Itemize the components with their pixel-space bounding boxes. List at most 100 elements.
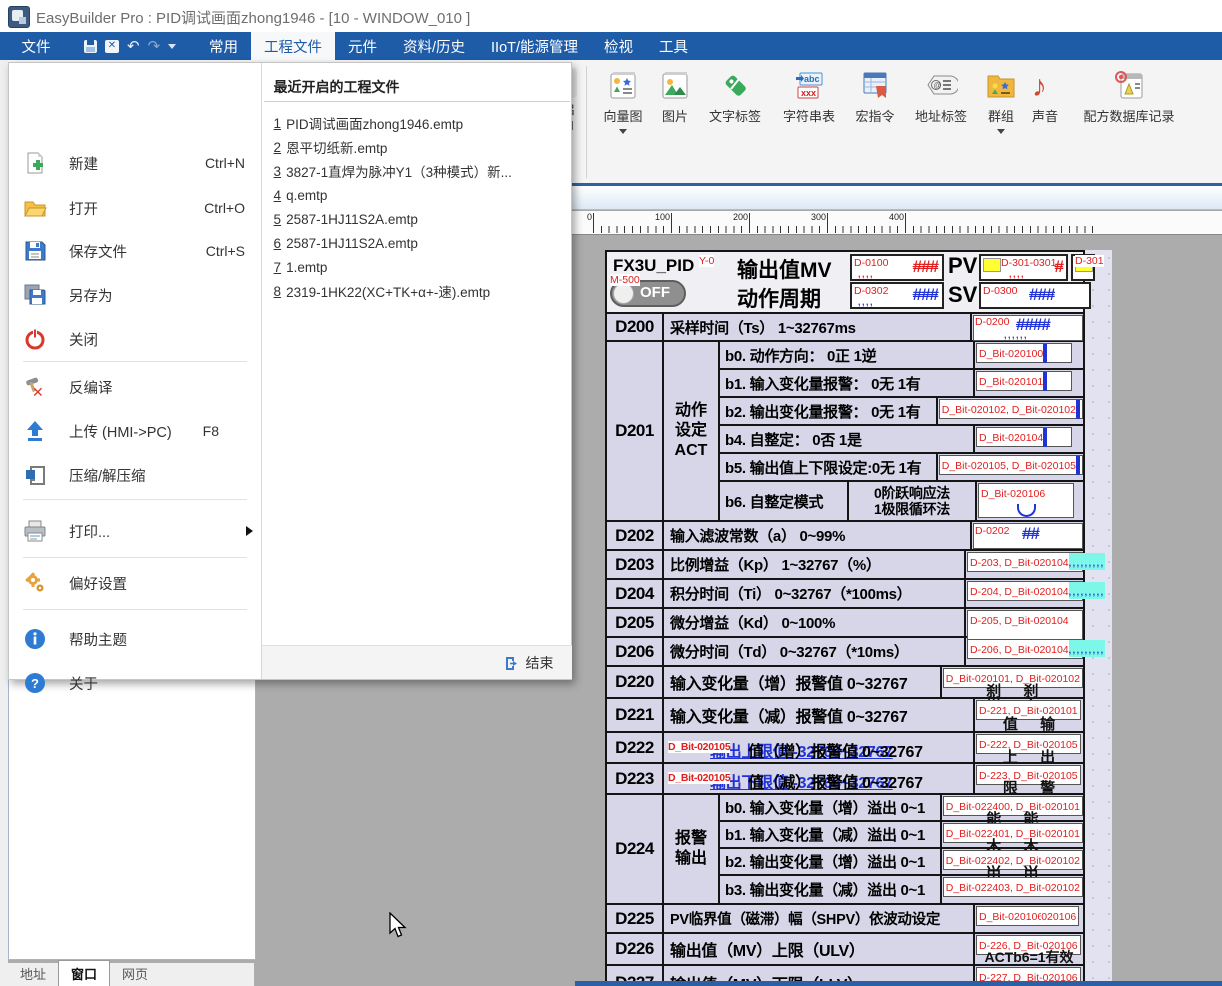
cycle-label: 动作周期 bbox=[737, 283, 821, 313]
redo-icon[interactable]: ↷ bbox=[148, 39, 161, 54]
menu-item-upload[interactable]: 上传 (HMI->PC) F8 bbox=[9, 411, 261, 451]
library-tools: 向量图 图片 文字标签 abcxxx 字符串表 宏指令 @ 地址标签 bbox=[594, 68, 1192, 134]
table-row-b2[interactable]: b2. 输出变化量报警： 0无 1有 D_Bit-020102, D_Bit-0… bbox=[720, 398, 1083, 426]
address-tag-icon: @ bbox=[924, 68, 958, 102]
table-row-d223[interactable]: D223 D_Bit-020105 输出下限值 -32768~32767 值（减… bbox=[607, 764, 1083, 795]
mouse-cursor bbox=[388, 912, 408, 940]
tab-view[interactable]: 检视 bbox=[591, 32, 646, 60]
end-button[interactable]: 结束 bbox=[504, 653, 554, 673]
vector-graphic-button[interactable]: 向量图 bbox=[594, 68, 652, 134]
quick-access-dropdown-icon[interactable] bbox=[168, 44, 176, 49]
table-row-b1[interactable]: b1. 输入变化量报警： 0无 1有 D_Bit-020101 bbox=[720, 370, 1083, 398]
table-row-d224-b3[interactable]: b3. 输出变化量（减）溢出 0~1 D_Bit-022403, D_Bit-0… bbox=[720, 876, 1083, 903]
file-menu-button[interactable]: 文件 bbox=[0, 32, 72, 60]
text-label-icon bbox=[718, 68, 752, 102]
table-row-d225[interactable]: D225 PV临界值（磁滞）幅（SHPV）依波动设定 D_Bit-0201060… bbox=[607, 905, 1083, 934]
menu-item-help[interactable]: 帮助主题 bbox=[9, 619, 261, 659]
table-row-d226[interactable]: D226 输出值（MV）上限（ULV） D-226, D_Bit-020106 … bbox=[607, 934, 1083, 966]
tab-object[interactable]: 元件 bbox=[335, 32, 390, 60]
tab-tool[interactable]: 工具 bbox=[646, 32, 701, 60]
recent-file-8[interactable]: 82319-1HK22(XC+TK+α+-速).emtp bbox=[274, 279, 512, 303]
text-label-button[interactable]: 文字标签 bbox=[698, 68, 772, 134]
help-info-icon bbox=[23, 627, 47, 651]
recipe-database-button[interactable]: 配方数据库记录 bbox=[1066, 68, 1192, 134]
menu-item-decompile[interactable]: ✕ 反编译 bbox=[9, 367, 261, 407]
picture-icon bbox=[658, 68, 692, 102]
table-row-b5[interactable]: b5. 输出值上下限设定:0无 1有 D_Bit-020105, D_Bit-0… bbox=[720, 454, 1083, 482]
app-logo-icon bbox=[8, 6, 30, 28]
vector-graphic-dropdown-icon[interactable] bbox=[619, 129, 627, 134]
table-group-d224[interactable]: D224 报警 输出 b0. 输入变化量（增）溢出 0~1 D_Bit-0224… bbox=[607, 795, 1083, 905]
tab-data-history[interactable]: 资料/历史 bbox=[390, 32, 478, 60]
submenu-arrow-icon bbox=[246, 526, 253, 536]
menu-item-new[interactable]: 新建 Ctrl+N bbox=[9, 143, 261, 183]
table-row-d206[interactable]: D206 微分时间（Td） 0~32767（*10ms） D-206, D_Bi… bbox=[607, 638, 1083, 667]
mv-value-display[interactable]: D-0100 ### ,,,, bbox=[850, 254, 944, 281]
table-row-d205[interactable]: D205 微分增益（Kd） 0~100% D-205, D_Bit-020104… bbox=[607, 609, 1083, 638]
table-row-b6[interactable]: b6. 自整定模式 0阶跃响应法 1极限循环法 D_Bit-020106 bbox=[720, 482, 1083, 520]
recent-file-4[interactable]: 4q.emtp bbox=[274, 183, 512, 207]
svg-text:xxx: xxx bbox=[801, 88, 816, 98]
group-button[interactable]: 群组 bbox=[978, 68, 1024, 134]
recent-file-2[interactable]: 2恩平切纸新.emtp bbox=[274, 135, 512, 159]
recent-file-1[interactable]: 1PID调试画面zhong1946.emtp bbox=[274, 111, 512, 135]
menu-item-close[interactable]: 关闭 bbox=[9, 319, 261, 359]
picture-button[interactable]: 图片 bbox=[652, 68, 698, 134]
menu-item-save[interactable]: 保存文件 Ctrl+S bbox=[9, 231, 261, 271]
ribbon-tabs: 常用 工程文件 元件 资料/历史 IIoT/能源管理 检视 工具 bbox=[196, 32, 701, 60]
menu-item-print[interactable]: 打印... bbox=[9, 511, 261, 551]
table-row-d224-b0[interactable]: b0. 输入变化量（增）溢出 0~1 D_Bit-022400, D_Bit-0… bbox=[720, 795, 1083, 822]
pv-value-display[interactable]: D-301-0301 # ,,,, bbox=[979, 254, 1068, 281]
y0-address-tag: Y-0 bbox=[699, 255, 714, 267]
tab-window[interactable]: 窗口 bbox=[58, 960, 110, 986]
menu-item-compress[interactable]: 压缩/解压缩 bbox=[9, 455, 261, 495]
table-row-d202[interactable]: D202 输入滤波常数（a） 0~99% D-0202 ## bbox=[607, 522, 1083, 551]
pv-aux-display[interactable]: D-301 bbox=[1071, 254, 1095, 281]
export-icon[interactable]: ✕ bbox=[105, 40, 119, 53]
table-row-b4[interactable]: b4. 自整定： 0否 1是 D_Bit-020104 bbox=[720, 426, 1083, 454]
pid-header: FX3U_PID Y-0 M-500 OFF 输出值MV 动作周期 D-0100… bbox=[607, 252, 1083, 314]
m500-address-tag: M-500 bbox=[610, 274, 640, 286]
menu-item-save-as[interactable]: 另存为 bbox=[9, 275, 261, 315]
table-row-d222[interactable]: D222 D_Bit-020105 输出上限值 -32768~32767 值（增… bbox=[607, 733, 1083, 764]
recent-file-6[interactable]: 62587-1HJ11S2A.emtp bbox=[274, 231, 512, 255]
sound-button[interactable]: ♪ 声音 bbox=[1024, 68, 1066, 134]
svg-text:?: ? bbox=[31, 676, 39, 691]
tab-address[interactable]: 地址 bbox=[8, 961, 58, 986]
ruler-ticks: 0 100 200 300 400 bbox=[593, 226, 1093, 233]
submenu-footer: 结束 bbox=[262, 645, 572, 679]
address-tag-button[interactable]: @ 地址标签 bbox=[904, 68, 978, 134]
recent-file-7[interactable]: 71.emtp bbox=[274, 255, 512, 279]
table-row-d204[interactable]: D204 积分时间（Ti） 0~32767（*100ms） D-204, D_B… bbox=[607, 580, 1083, 609]
table-row-d220[interactable]: D220 输入变化量（增）报警值 0~32767 D_Bit-020101, D… bbox=[607, 667, 1083, 699]
macro-button[interactable]: 宏指令 bbox=[846, 68, 904, 134]
table-row-d224-b1[interactable]: b1. 输入变化量（减）溢出 0~1 D_Bit-022401, D_Bit-0… bbox=[720, 822, 1083, 849]
menu-item-about[interactable]: ? 关于 bbox=[9, 663, 261, 703]
table-row-d203[interactable]: D203 比例增益（Kp） 1~32767（%） D-203, D_Bit-02… bbox=[607, 551, 1083, 580]
tab-webpage[interactable]: 网页 bbox=[110, 961, 160, 986]
undo-icon[interactable]: ↶ bbox=[127, 39, 140, 54]
cycle-value-display[interactable]: D-0302 ### ,,,, bbox=[850, 282, 944, 309]
recent-file-5[interactable]: 52587-1HJ11S2A.emtp bbox=[274, 207, 512, 231]
group-dropdown-icon[interactable] bbox=[997, 129, 1005, 134]
menu-item-preferences[interactable]: 偏好设置 bbox=[9, 563, 261, 603]
save-as-icon bbox=[23, 283, 47, 307]
save-icon[interactable] bbox=[84, 40, 97, 53]
compress-icon bbox=[23, 463, 47, 487]
pid-parameter-table[interactable]: FX3U_PID Y-0 M-500 OFF 输出值MV 动作周期 D-0100… bbox=[605, 250, 1085, 986]
table-row-b0[interactable]: b0. 动作方向： 0正 1逆 D_Bit-020100 bbox=[720, 342, 1083, 370]
table-row-d200[interactable]: D200 采样时间（Ts） 1~32767ms D-0200 #### ,,,,… bbox=[607, 314, 1083, 342]
tab-project-file[interactable]: 工程文件 bbox=[251, 32, 335, 60]
menu-item-open[interactable]: 打开 Ctrl+O bbox=[9, 188, 261, 228]
alarm-output-group-label: 报警 输出 bbox=[664, 795, 720, 903]
string-table-button[interactable]: abcxxx 字符串表 bbox=[772, 68, 846, 134]
table-row-d221[interactable]: D221 输入变化量（减）报警值 0~32767 D-221, D_Bit-02… bbox=[607, 699, 1083, 733]
tab-common[interactable]: 常用 bbox=[196, 32, 251, 60]
svg-text:@: @ bbox=[934, 81, 942, 90]
tab-iiot-energy[interactable]: IIoT/能源管理 bbox=[478, 32, 591, 60]
string-table-icon: abcxxx bbox=[792, 68, 826, 102]
table-row-d224-b2[interactable]: b2. 输出变化量（增）溢出 0~1 D_Bit-022402, D_Bit-0… bbox=[720, 849, 1083, 876]
recent-file-3[interactable]: 33827-1直焊为脉冲Y1（3种模式）新... bbox=[274, 159, 512, 183]
sv-value-display[interactable]: D-0300 ### bbox=[979, 282, 1091, 309]
table-group-d201[interactable]: D201 动作 设定 ACT b0. 动作方向： 0正 1逆 D_Bit-020… bbox=[607, 342, 1083, 522]
